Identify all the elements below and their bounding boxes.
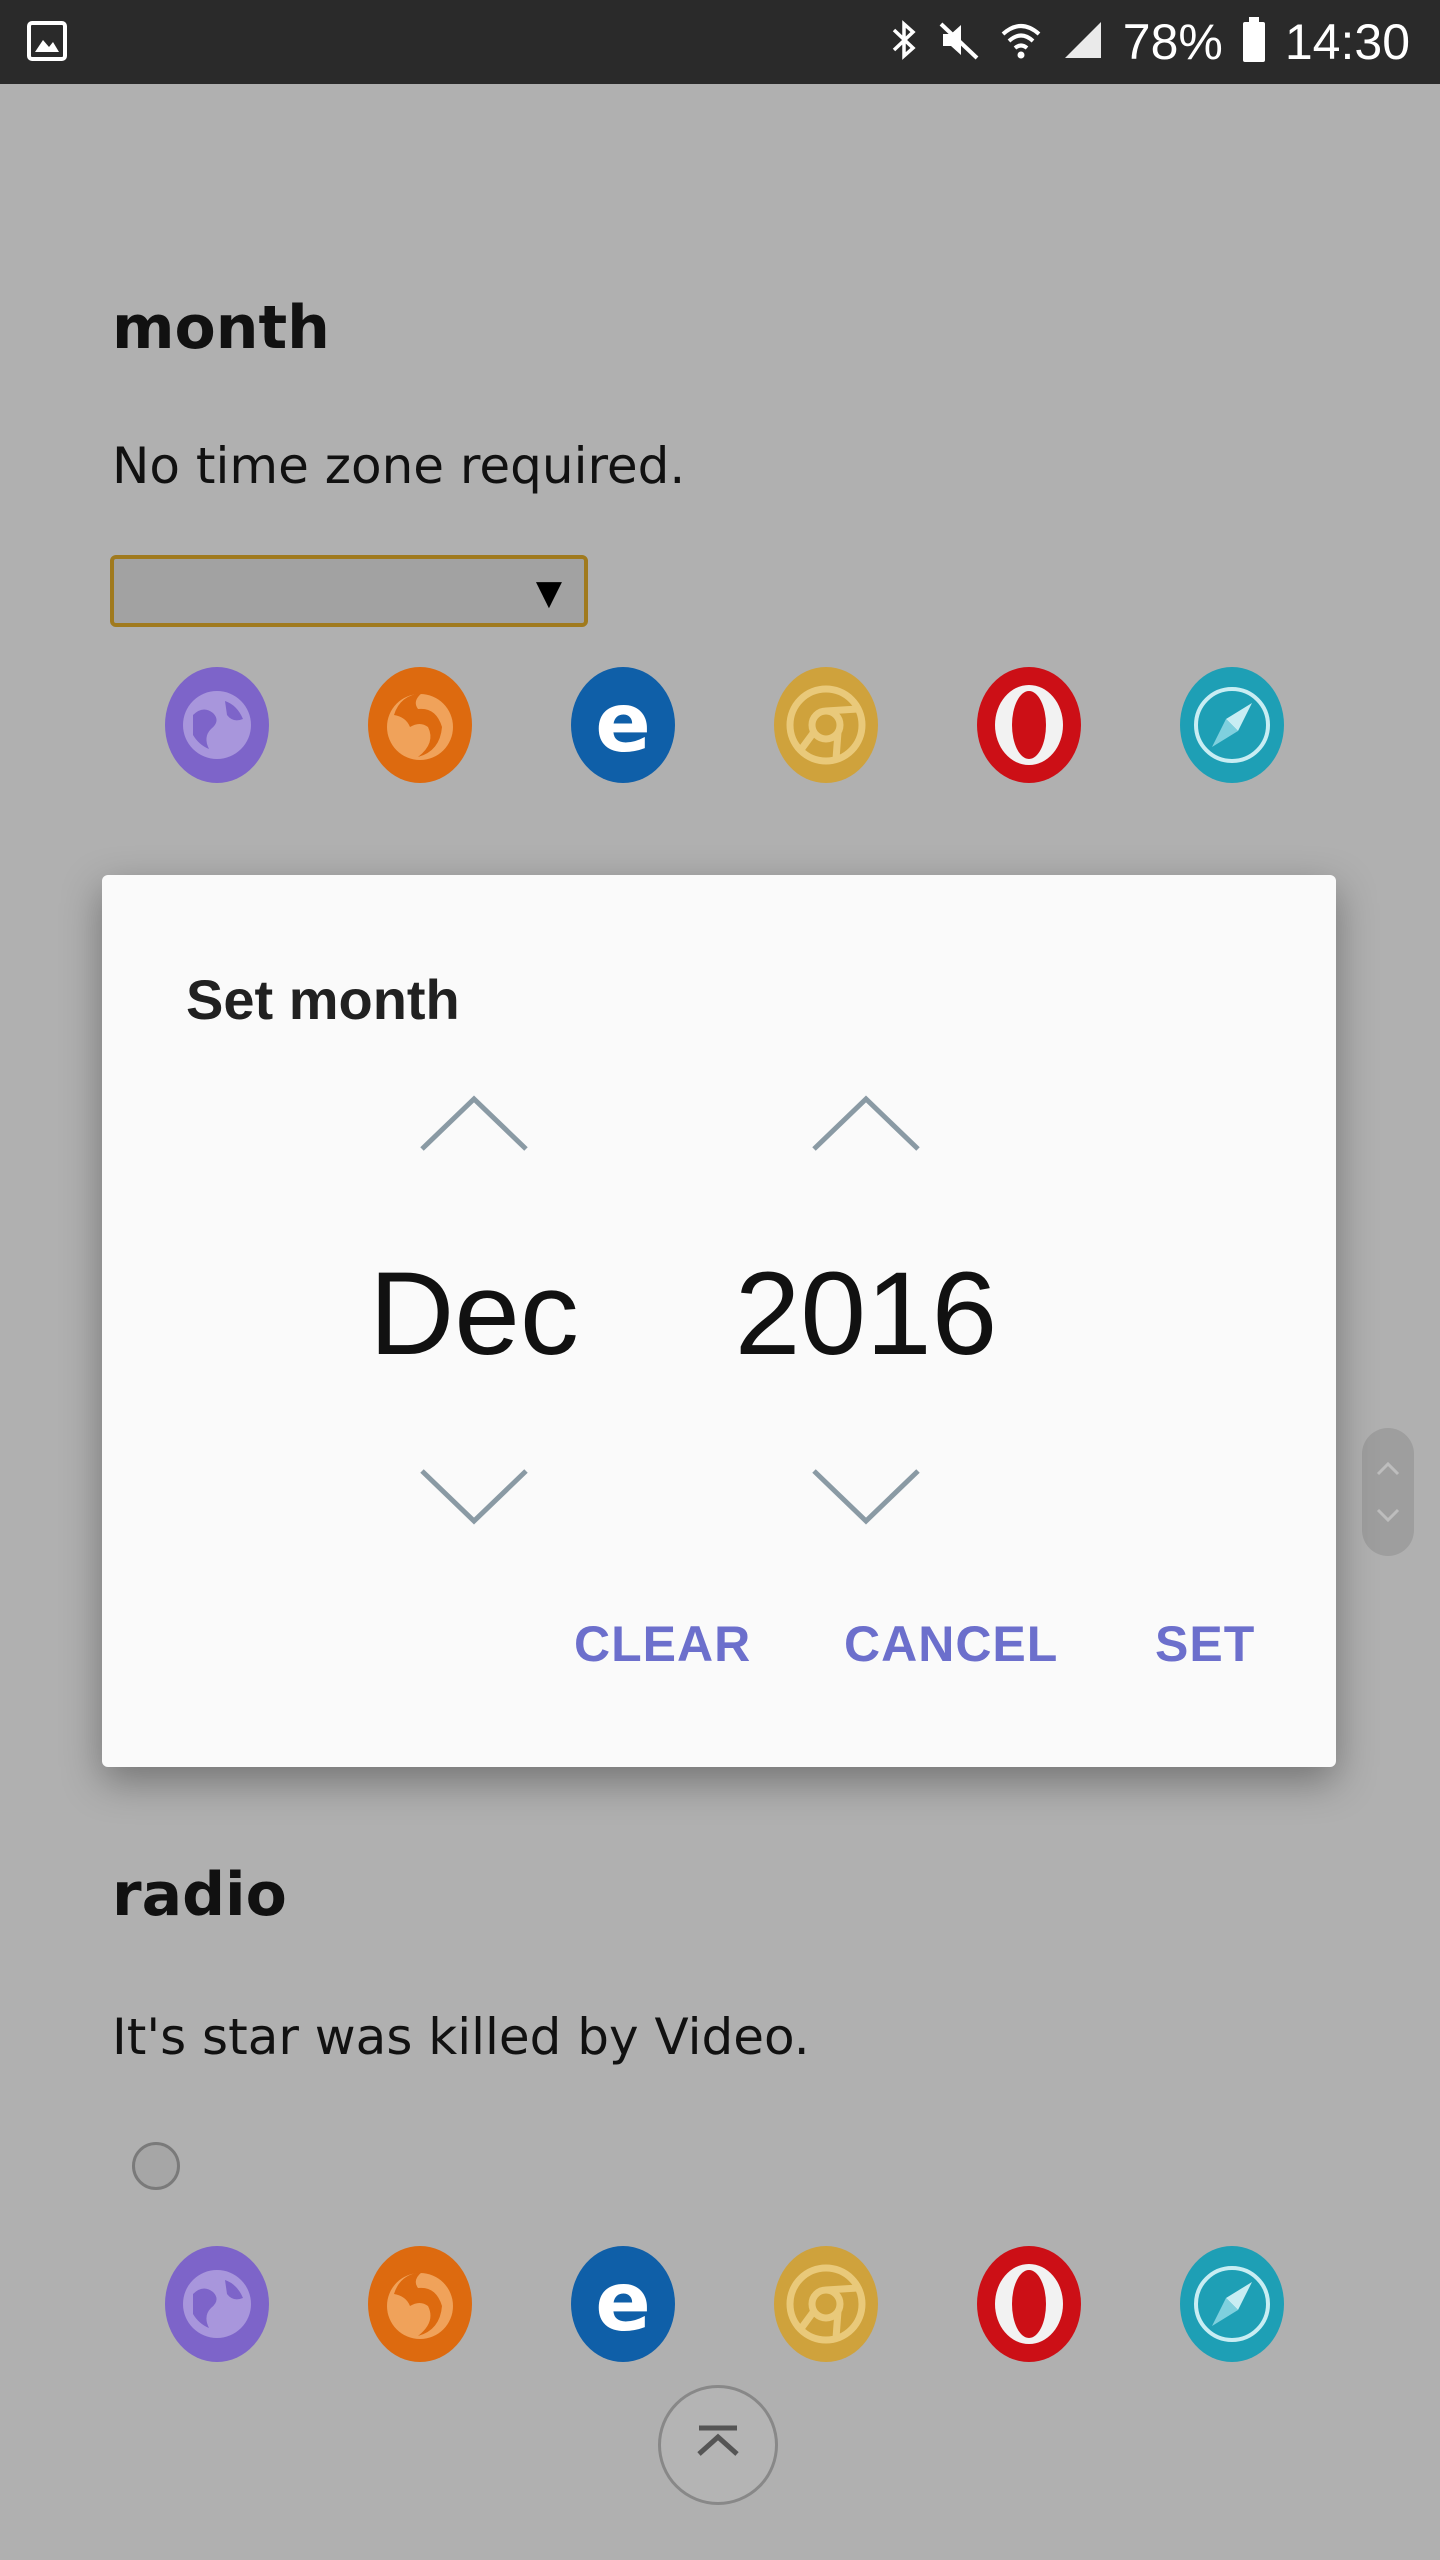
browser-icon <box>163 665 271 785</box>
svg-text:e: e <box>595 676 651 771</box>
month-section-description: No time zone required. <box>112 437 686 495</box>
set-button[interactable]: SET <box>1155 1615 1255 1673</box>
chrome-icon <box>772 2244 880 2364</box>
year-decrement-chevron-down-icon[interactable] <box>812 1465 920 1525</box>
chrome-icon <box>772 665 880 785</box>
month-increment-chevron-up-icon[interactable] <box>420 1095 528 1155</box>
svg-text:e: e <box>595 2255 651 2350</box>
battery-percent: 78% <box>1122 14 1223 70</box>
dropdown-arrow-icon: ▼ <box>535 573 562 613</box>
edge-icon: e <box>569 665 677 785</box>
radio-button[interactable] <box>132 2142 180 2190</box>
year-value[interactable]: 2016 <box>716 1255 1016 1373</box>
status-bar: 78% 14:30 <box>0 0 1440 84</box>
clear-button[interactable]: CLEAR <box>574 1615 751 1673</box>
firefox-icon <box>366 2244 474 2364</box>
back-to-top-icon <box>697 2425 739 2456</box>
wifi-icon <box>999 18 1043 66</box>
mute-icon <box>937 18 981 66</box>
firefox-icon <box>366 665 474 785</box>
year-increment-chevron-up-icon[interactable] <box>812 1095 920 1155</box>
cancel-button[interactable]: CANCEL <box>844 1615 1058 1673</box>
opera-icon <box>975 2244 1083 2364</box>
bluetooth-icon <box>889 18 919 66</box>
scroll-arrows-icon <box>1376 1461 1400 1523</box>
edge-icon: e <box>569 2244 677 2364</box>
opera-icon <box>975 665 1083 785</box>
radio-section-title: radio <box>112 1860 287 1930</box>
browser-icon <box>163 2244 271 2364</box>
month-value[interactable]: Dec <box>324 1255 624 1373</box>
month-decrement-chevron-down-icon[interactable] <box>420 1465 528 1525</box>
safari-icon <box>1178 665 1286 785</box>
scroll-handle[interactable] <box>1362 1428 1414 1556</box>
clock: 14:30 <box>1284 14 1410 70</box>
browser-support-row-2: e <box>0 2244 1440 2364</box>
radio-section-description: It's star was killed by Video. <box>112 2008 810 2066</box>
month-section-title: month <box>112 293 330 363</box>
battery-icon <box>1241 17 1267 67</box>
gallery-icon <box>26 20 68 66</box>
signal-icon <box>1061 18 1105 66</box>
back-to-top-button[interactable] <box>658 2385 778 2505</box>
browser-support-row: e <box>0 665 1440 785</box>
safari-icon <box>1178 2244 1286 2364</box>
month-select[interactable]: ▼ <box>110 555 588 627</box>
set-month-dialog: Set month Dec 2016 CLEAR CANCEL SET <box>102 875 1336 1767</box>
